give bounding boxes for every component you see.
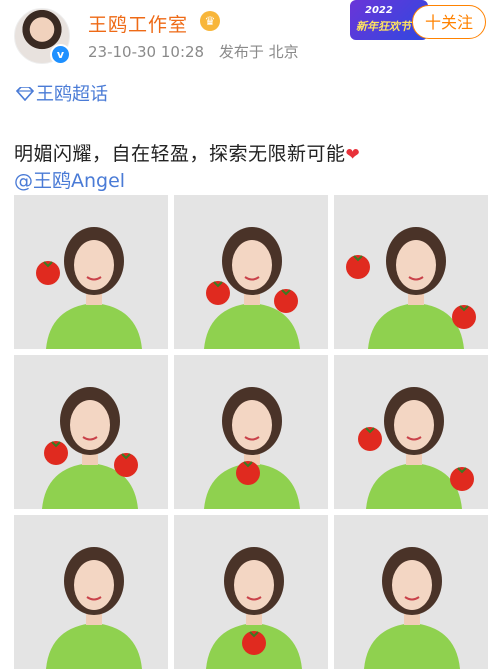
- author-name[interactable]: 王鸥工作室: [88, 10, 188, 37]
- face: [392, 560, 432, 610]
- photo-grid: [14, 195, 488, 669]
- photo-4[interactable]: [14, 355, 168, 509]
- photo-illustration: [174, 195, 328, 349]
- crown-icon: ♛: [200, 11, 220, 31]
- face: [74, 240, 114, 290]
- post-text-content: 明媚闪耀，自在轻盈，探索无限新可能: [14, 143, 346, 165]
- photo-6[interactable]: [334, 355, 488, 509]
- promo-text: 新年狂欢节: [356, 20, 411, 33]
- follow-button[interactable]: 十关注: [412, 5, 486, 39]
- verified-badge-icon: v: [50, 44, 71, 65]
- photo-illustration: [174, 355, 328, 509]
- post-source: 发布于 北京: [218, 43, 299, 61]
- photo-8[interactable]: [174, 515, 328, 669]
- photo-illustration: [14, 195, 168, 349]
- photo-2[interactable]: [174, 195, 328, 349]
- post-text: 明媚闪耀，自在轻盈，探索无限新可能❤: [14, 139, 360, 166]
- promo-year: 2022: [365, 5, 393, 16]
- photo-5[interactable]: [174, 355, 328, 509]
- photo-illustration: [174, 515, 328, 669]
- photo-illustration: [334, 515, 488, 669]
- face: [70, 400, 110, 450]
- face: [394, 400, 434, 450]
- super-topic-label: 王鸥超话: [36, 84, 108, 105]
- face: [234, 560, 274, 610]
- face: [232, 240, 272, 290]
- heart-icon: ❤: [345, 145, 361, 165]
- mention-link[interactable]: @王鸥Angel: [14, 166, 125, 193]
- photo-1[interactable]: [14, 195, 168, 349]
- face: [74, 560, 114, 610]
- photo-illustration: [14, 355, 168, 509]
- photo-illustration: [334, 195, 488, 349]
- post-meta: 23-10-30 10:28 发布于 北京: [88, 41, 299, 62]
- photo-3[interactable]: [334, 195, 488, 349]
- super-topic-link[interactable]: 王鸥超话: [15, 80, 108, 106]
- diamond-icon: [15, 85, 35, 106]
- photo-illustration: [14, 515, 168, 669]
- photo-illustration: [334, 355, 488, 509]
- face: [232, 400, 272, 450]
- photo-7[interactable]: [14, 515, 168, 669]
- face: [396, 240, 436, 290]
- photo-9[interactable]: [334, 515, 488, 669]
- post-timestamp: 23-10-30 10:28: [88, 43, 205, 61]
